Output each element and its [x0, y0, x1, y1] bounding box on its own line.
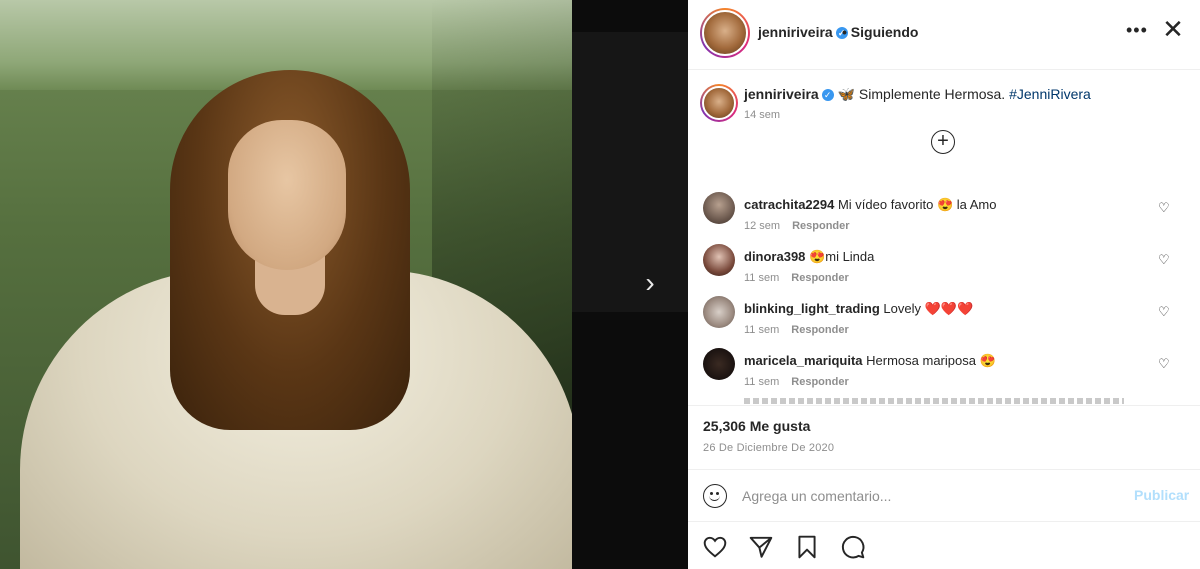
carousel-gap — [572, 0, 688, 569]
comment-text: maricela_mariquita Hermosa mariposa 😍 — [744, 353, 996, 369]
comment-text: blinking_light_trading Lovely ❤️❤️❤️ — [744, 301, 973, 317]
commenter-username[interactable]: dinora398 — [744, 249, 805, 264]
comment-text: catrachita2294 Mi vídeo favorito 😍 la Am… — [744, 197, 997, 213]
carousel-next-preview — [572, 32, 688, 312]
post-date: 26 De Diciembre De 2020 — [703, 442, 835, 454]
comment-time: 11 sem — [744, 324, 780, 336]
reply-button[interactable]: Responder — [791, 324, 848, 336]
comment-item: maricela_mariquita Hermosa mariposa 😍 11… — [688, 348, 1200, 400]
comment-time: 12 sem — [744, 220, 781, 232]
close-icon[interactable]: ✕ — [1160, 14, 1186, 44]
publish-button[interactable]: Publicar — [1134, 487, 1189, 503]
caption-avatar[interactable] — [700, 84, 738, 122]
reply-button[interactable]: Responder — [791, 272, 848, 284]
post-actions — [688, 521, 1200, 569]
comment-time: 11 sem — [744, 376, 780, 388]
load-more-comments-icon[interactable]: + — [931, 130, 955, 154]
author-username-text[interactable]: jenniriveira — [758, 24, 833, 40]
comment-bubble-icon[interactable] — [840, 534, 866, 560]
post-stats: 25,306 Me gusta 26 De Diciembre De 2020 — [688, 405, 1200, 469]
butterfly-emoji: 🦋 — [837, 86, 856, 102]
commenter-avatar[interactable] — [703, 244, 735, 276]
comment-body: Hermosa mariposa 😍 — [866, 353, 996, 368]
comment-body: Lovely ❤️❤️❤️ — [883, 301, 974, 316]
like-comment-heart-icon[interactable]: ♡ — [1158, 304, 1170, 320]
author-avatar[interactable] — [700, 8, 750, 58]
like-comment-heart-icon[interactable]: ♡ — [1158, 200, 1170, 216]
comment-text: dinora398 😍mi Linda — [744, 249, 874, 265]
comment-meta: 11 sem Responder — [744, 376, 861, 388]
like-comment-heart-icon[interactable]: ♡ — [1158, 356, 1170, 372]
post-modal: › jenniriveira ✓ • Siguiendo ••• ✕ jennir… — [0, 0, 1200, 569]
comment-meta: 11 sem Responder — [744, 272, 861, 284]
author-username[interactable]: jenniriveira ✓ — [758, 24, 848, 40]
commenter-username[interactable]: catrachita2294 — [744, 197, 834, 212]
commenter-avatar[interactable] — [703, 348, 735, 380]
commenter-avatar[interactable] — [703, 192, 735, 224]
side-panel: jenniriveira ✓ • Siguiendo ••• ✕ jenniriv… — [688, 0, 1200, 569]
save-bookmark-icon[interactable] — [794, 534, 820, 560]
post-photo — [0, 0, 572, 569]
comment-item: catrachita2294 Mi vídeo favorito 😍 la Am… — [688, 192, 1200, 244]
following-status[interactable]: • Siguiendo — [842, 24, 918, 40]
comment-item: blinking_light_trading Lovely ❤️❤️❤️ 11 … — [688, 296, 1200, 348]
like-comment-heart-icon[interactable]: ♡ — [1158, 252, 1170, 268]
photo-face — [228, 120, 346, 270]
reply-button[interactable]: Responder — [791, 376, 848, 388]
comment-body: Mi vídeo favorito 😍 la Amo — [837, 197, 997, 212]
comment-meta: 11 sem Responder — [744, 324, 861, 336]
commenter-username[interactable]: maricela_mariquita — [744, 353, 863, 368]
more-options-icon[interactable]: ••• — [1126, 20, 1148, 41]
caption-text: Simplemente Hermosa. — [858, 86, 1006, 102]
post-caption: jenniriveira ✓ 🦋 Simplemente Hermosa. #Je… — [744, 86, 1184, 103]
post-header: jenniriveira ✓ • Siguiendo ••• ✕ — [688, 0, 1200, 70]
emoji-icon[interactable] — [703, 484, 727, 508]
caption-username[interactable]: jenniriveira — [744, 86, 819, 102]
verified-badge-icon: ✓ — [821, 89, 834, 102]
commenter-avatar[interactable] — [703, 296, 735, 328]
comment-composer: Publicar — [688, 469, 1200, 521]
like-heart-icon[interactable] — [702, 534, 728, 560]
likes-count[interactable]: 25,306 Me gusta — [703, 418, 810, 434]
comment-meta: 12 sem Responder — [744, 220, 862, 232]
comment-body: 😍mi Linda — [809, 249, 875, 264]
comment-item: dinora398 😍mi Linda 11 sem Responder ♡ — [688, 244, 1200, 296]
next-arrow-icon[interactable]: › — [637, 268, 663, 298]
reply-button[interactable]: Responder — [792, 220, 849, 232]
comment-time: 11 sem — [744, 272, 780, 284]
caption-hashtag[interactable]: #JenniRivera — [1009, 86, 1091, 102]
caption-timestamp: 14 sem — [744, 109, 781, 121]
comment-input[interactable] — [742, 484, 1122, 508]
share-send-icon[interactable] — [748, 534, 774, 560]
commenter-username[interactable]: blinking_light_trading — [744, 301, 880, 316]
